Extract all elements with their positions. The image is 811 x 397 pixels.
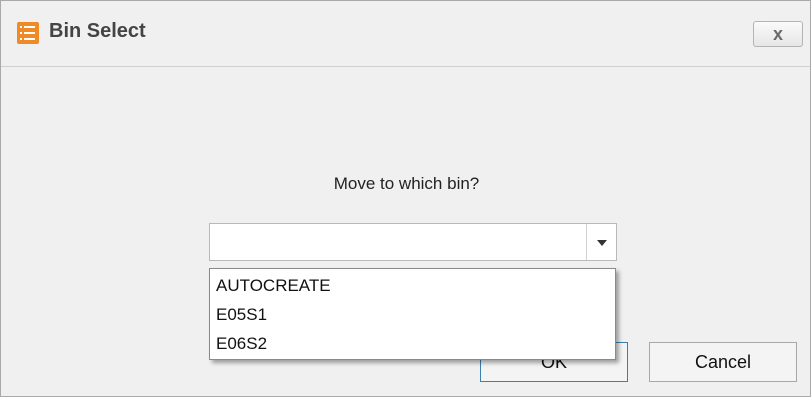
prompt-label: Move to which bin? [333, 174, 480, 193]
cancel-button[interactable]: Cancel [649, 342, 797, 382]
dropdown-option-e06s2[interactable]: E06S2 [214, 330, 609, 357]
dropdown-arrow-icon[interactable] [586, 224, 616, 260]
title-bar[interactable]: Bin Select x [1, 1, 810, 67]
list-icon [17, 22, 39, 44]
dropdown-option-autocreate[interactable]: AUTOCREATE [214, 272, 609, 299]
bin-combobox[interactable] [209, 223, 617, 261]
bin-dropdown-list: AUTOCREATE E05S1 E06S2 [209, 268, 616, 360]
bin-select-dialog: Bin Select x Move to which bin? OK Cance… [0, 0, 811, 397]
window-title: Bin Select [49, 20, 146, 42]
dropdown-option-e05s1[interactable]: E05S1 [214, 301, 609, 328]
close-button[interactable]: x [753, 21, 803, 47]
